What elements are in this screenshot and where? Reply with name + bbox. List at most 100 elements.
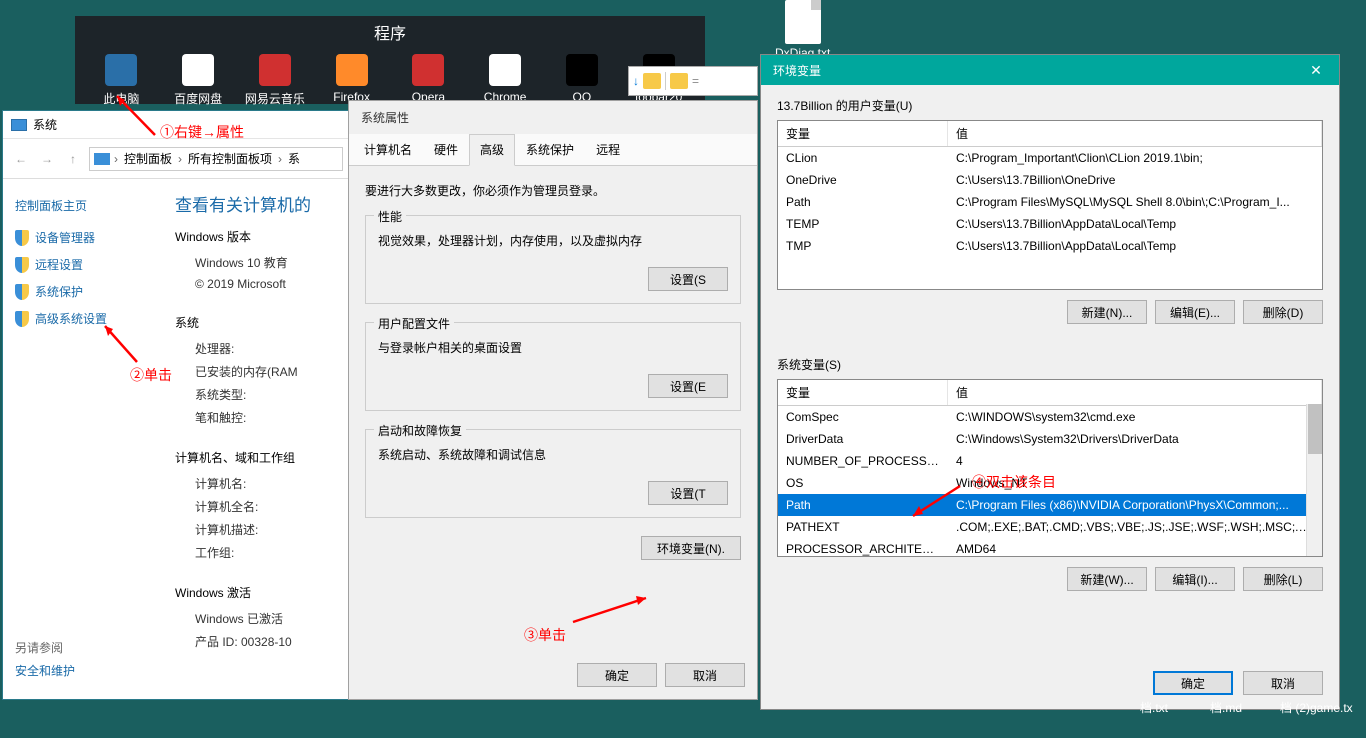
user-profiles-settings-button[interactable]: 设置(E bbox=[648, 374, 728, 398]
tab[interactable]: 计算机名 bbox=[353, 134, 423, 165]
env-var-value: C:\Users\13.7Billion\AppData\Local\Temp bbox=[948, 237, 1322, 255]
program-strip-title: 程序 bbox=[75, 16, 705, 48]
system-title: 系统 bbox=[33, 116, 57, 133]
desktop-file-label[interactable]: 档.md bbox=[1210, 699, 1242, 716]
sidebar-title[interactable]: 控制面板主页 bbox=[15, 191, 155, 224]
sidebar-item[interactable]: 设备管理器 bbox=[15, 224, 155, 251]
delete-user-var-button[interactable]: 删除(D) bbox=[1243, 300, 1323, 324]
up-button[interactable]: ↑ bbox=[63, 149, 83, 169]
info-line: 计算机全名: bbox=[175, 495, 311, 518]
app-icon bbox=[105, 54, 137, 86]
cancel-button[interactable]: 取消 bbox=[1243, 671, 1323, 695]
security-maintenance-link[interactable]: 安全和维护 bbox=[15, 662, 75, 679]
env-var-name: CLion bbox=[778, 149, 948, 167]
system-icon bbox=[94, 153, 110, 165]
env-var-row[interactable]: PATHEXT.COM;.EXE;.BAT;.CMD;.VBS;.VBE;.JS… bbox=[778, 516, 1322, 538]
info-line: 计算机名: bbox=[175, 472, 311, 495]
startup-settings-button[interactable]: 设置(T bbox=[648, 481, 728, 505]
ok-button[interactable]: 确定 bbox=[1153, 671, 1233, 695]
env-var-name: TMP bbox=[778, 237, 948, 255]
edit-user-var-button[interactable]: 编辑(E)... bbox=[1155, 300, 1235, 324]
col-header-variable[interactable]: 变量 bbox=[778, 380, 948, 405]
see-also-label: 另请参阅 bbox=[15, 641, 63, 655]
breadcrumb-item[interactable]: 控制面板 bbox=[122, 150, 174, 167]
forward-button[interactable]: → bbox=[37, 149, 57, 169]
group-title: 计算机名、域和工作组 bbox=[175, 449, 311, 466]
env-var-row[interactable]: DriverDataC:\Windows\System32\Drivers\Dr… bbox=[778, 428, 1322, 450]
info-line: Windows 已激活 bbox=[175, 607, 311, 630]
env-var-row[interactable]: OneDriveC:\Users\13.7Billion\OneDrive bbox=[778, 169, 1322, 191]
sidebar-item-label: 远程设置 bbox=[35, 256, 83, 273]
sidebar-item[interactable]: 系统保护 bbox=[15, 278, 155, 305]
info-line: 处理器: bbox=[175, 337, 311, 360]
info-line: Windows 10 教育 bbox=[175, 251, 311, 274]
system-vars-table[interactable]: 变量 值 ComSpecC:\WINDOWS\system32\cmd.exeD… bbox=[777, 379, 1323, 557]
env-var-name: Path bbox=[778, 193, 948, 211]
info-line: 笔和触控: bbox=[175, 406, 311, 429]
app-icon bbox=[412, 54, 444, 86]
env-var-row[interactable]: ComSpecC:\WINDOWS\system32\cmd.exe bbox=[778, 406, 1322, 428]
sidebar-item[interactable]: 远程设置 bbox=[15, 251, 155, 278]
environment-variables-button[interactable]: 环境变量(N). bbox=[641, 536, 741, 560]
env-var-row[interactable]: PathC:\Program Files\MySQL\MySQL Shell 8… bbox=[778, 191, 1322, 213]
env-var-row[interactable]: OSWindows_NT bbox=[778, 472, 1322, 494]
system-window: 系统 ← → ↑ › 控制面板 › 所有控制面板项 › 系 控制面板主页 设备管… bbox=[2, 110, 352, 700]
groupbox-desc: 与登录帐户相关的桌面设置 bbox=[378, 339, 728, 356]
col-header-value[interactable]: 值 bbox=[948, 121, 1322, 146]
env-var-row[interactable]: CLionC:\Program_Important\Clion\CLion 20… bbox=[778, 147, 1322, 169]
env-var-row[interactable]: TEMPC:\Users\13.7Billion\AppData\Local\T… bbox=[778, 213, 1322, 235]
address-bar[interactable]: › 控制面板 › 所有控制面板项 › 系 bbox=[89, 147, 343, 171]
desktop-file[interactable]: DxDiag.txt bbox=[775, 0, 830, 60]
user-profiles-groupbox: 用户配置文件 与登录帐户相关的桌面设置 设置(E bbox=[365, 322, 741, 411]
new-sys-var-button[interactable]: 新建(W)... bbox=[1067, 567, 1147, 591]
desktop-file-label[interactable]: 档 (2)game.tx bbox=[1280, 699, 1353, 716]
user-vars-table[interactable]: 变量 值 CLionC:\Program_Important\Clion\CLi… bbox=[777, 120, 1323, 290]
system-icon bbox=[11, 119, 27, 131]
env-var-name: NUMBER_OF_PROCESSORS bbox=[778, 452, 948, 470]
env-var-value: .COM;.EXE;.BAT;.CMD;.VBS;.VBE;.JS;.JSE;.… bbox=[948, 518, 1322, 536]
user-vars-label: 13.7Billion 的用户变量(U) bbox=[777, 97, 1323, 114]
app-icon bbox=[259, 54, 291, 86]
app-label: 网易云音乐 bbox=[245, 90, 305, 107]
col-header-variable[interactable]: 变量 bbox=[778, 121, 948, 146]
delete-sys-var-button[interactable]: 删除(L) bbox=[1243, 567, 1323, 591]
breadcrumb-item[interactable]: 所有控制面板项 bbox=[186, 150, 274, 167]
explorer-nav: ← → ↑ › 控制面板 › 所有控制面板项 › 系 bbox=[3, 139, 351, 179]
sidebar-item[interactable]: 高级系统设置 bbox=[15, 305, 155, 332]
env-var-row[interactable]: PathC:\Program Files (x86)\NVIDIA Corpor… bbox=[778, 494, 1322, 516]
sidebar-item-label: 高级系统设置 bbox=[35, 310, 107, 327]
sidebar-item-label: 设备管理器 bbox=[35, 229, 95, 246]
groupbox-desc: 系统启动、系统故障和调试信息 bbox=[378, 446, 728, 463]
explorer-window-peek: ↓ = bbox=[628, 66, 758, 96]
cancel-button[interactable]: 取消 bbox=[665, 663, 745, 687]
app-label: 百度网盘 bbox=[174, 90, 222, 107]
tab[interactable]: 高级 bbox=[469, 134, 515, 166]
tab[interactable]: 远程 bbox=[585, 134, 631, 165]
info-line: 工作组: bbox=[175, 541, 311, 564]
app-launcher[interactable]: 网易云音乐 bbox=[239, 54, 311, 107]
tab[interactable]: 系统保护 bbox=[515, 134, 585, 165]
sidebar-item-label: 系统保护 bbox=[35, 283, 83, 300]
folder-icon bbox=[643, 73, 661, 89]
back-button[interactable]: ← bbox=[11, 149, 31, 169]
env-var-name: OneDrive bbox=[778, 171, 948, 189]
desktop-file-label[interactable]: 档.txt bbox=[1140, 699, 1168, 716]
app-launcher[interactable]: 百度网盘 bbox=[162, 54, 234, 107]
env-var-row[interactable]: PROCESSOR_ARCHITECT...AMD64 bbox=[778, 538, 1322, 557]
app-icon bbox=[336, 54, 368, 86]
col-header-value[interactable]: 值 bbox=[948, 380, 1322, 405]
new-user-var-button[interactable]: 新建(N)... bbox=[1067, 300, 1147, 324]
tab[interactable]: 硬件 bbox=[423, 134, 469, 165]
ok-button[interactable]: 确定 bbox=[577, 663, 657, 687]
env-var-row[interactable]: TMPC:\Users\13.7Billion\AppData\Local\Te… bbox=[778, 235, 1322, 257]
system-vars-label: 系统变量(S) bbox=[777, 356, 1323, 373]
breadcrumb-item[interactable]: 系 bbox=[286, 150, 302, 167]
performance-settings-button[interactable]: 设置(S bbox=[648, 267, 728, 291]
groupbox-title: 启动和故障恢复 bbox=[374, 422, 466, 439]
system-properties-dialog: 系统属性 计算机名硬件高级系统保护远程 要进行大多数更改，你必须作为管理员登录。… bbox=[348, 100, 758, 700]
scrollbar[interactable] bbox=[1306, 404, 1322, 556]
app-launcher[interactable]: 此电脑 bbox=[85, 54, 157, 107]
env-var-row[interactable]: NUMBER_OF_PROCESSORS4 bbox=[778, 450, 1322, 472]
edit-sys-var-button[interactable]: 编辑(I)... bbox=[1155, 567, 1235, 591]
close-button[interactable]: ✕ bbox=[1293, 55, 1339, 85]
